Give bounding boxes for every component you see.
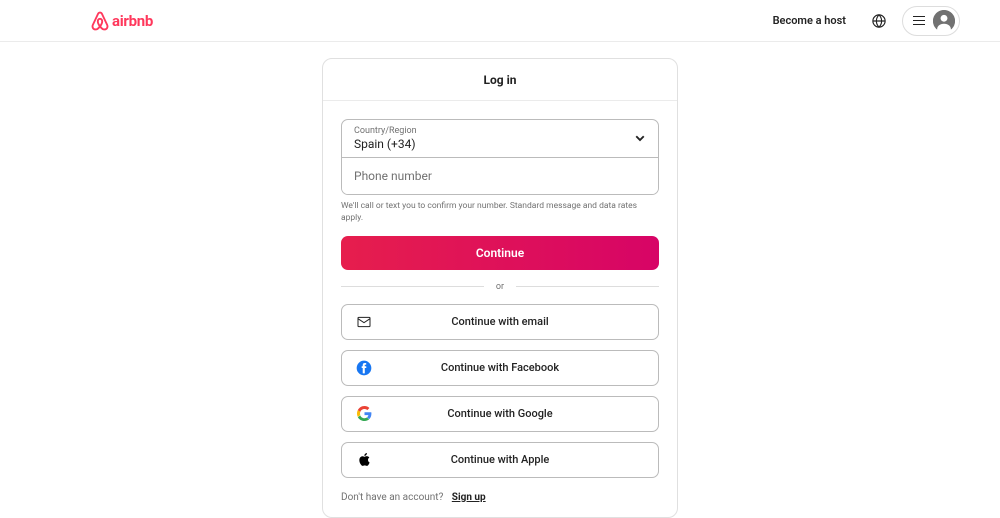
modal-body: Country/Region Spain (+34) We'll call or… bbox=[323, 101, 677, 517]
google-button-label: Continue with Google bbox=[356, 407, 644, 420]
continue-email-button[interactable]: Continue with email bbox=[341, 304, 659, 340]
country-value: Spain (+34) bbox=[354, 137, 646, 153]
phone-number-input[interactable] bbox=[342, 158, 658, 194]
disclaimer-text: We'll call or text you to confirm your n… bbox=[341, 201, 659, 223]
header: airbnb Become a host bbox=[0, 0, 1000, 42]
signup-row: Don't have an account? Sign up bbox=[341, 492, 659, 503]
continue-facebook-button[interactable]: Continue with Facebook bbox=[341, 350, 659, 386]
divider-text: or bbox=[496, 282, 504, 292]
globe-icon bbox=[872, 14, 886, 28]
facebook-button-label: Continue with Facebook bbox=[356, 361, 644, 374]
country-label: Country/Region bbox=[354, 127, 646, 137]
user-icon bbox=[933, 10, 955, 32]
modal-title: Log in bbox=[323, 59, 677, 101]
user-menu-button[interactable] bbox=[902, 6, 960, 36]
brand-logo[interactable]: airbnb bbox=[90, 10, 153, 32]
signup-prompt: Don't have an account? bbox=[341, 492, 443, 503]
language-button[interactable] bbox=[864, 6, 894, 36]
header-right: Become a host bbox=[763, 6, 960, 36]
divider: or bbox=[341, 282, 659, 292]
continue-google-button[interactable]: Continue with Google bbox=[341, 396, 659, 432]
country-select[interactable]: Country/Region Spain (+34) bbox=[342, 120, 658, 158]
continue-apple-button[interactable]: Continue with Apple bbox=[341, 442, 659, 478]
phone-input-group: Country/Region Spain (+34) bbox=[341, 119, 659, 195]
email-button-label: Continue with email bbox=[356, 315, 644, 328]
become-host-link[interactable]: Become a host bbox=[763, 6, 856, 35]
avatar bbox=[933, 10, 955, 32]
continue-button[interactable]: Continue bbox=[341, 236, 659, 270]
signup-link[interactable]: Sign up bbox=[452, 492, 486, 503]
brand-name: airbnb bbox=[112, 12, 153, 30]
chevron-down-icon bbox=[634, 129, 646, 148]
hamburger-icon bbox=[913, 16, 925, 26]
apple-button-label: Continue with Apple bbox=[356, 453, 644, 466]
airbnb-logo-icon bbox=[90, 10, 110, 32]
login-modal: Log in Country/Region Spain (+34) We'll … bbox=[322, 58, 678, 518]
